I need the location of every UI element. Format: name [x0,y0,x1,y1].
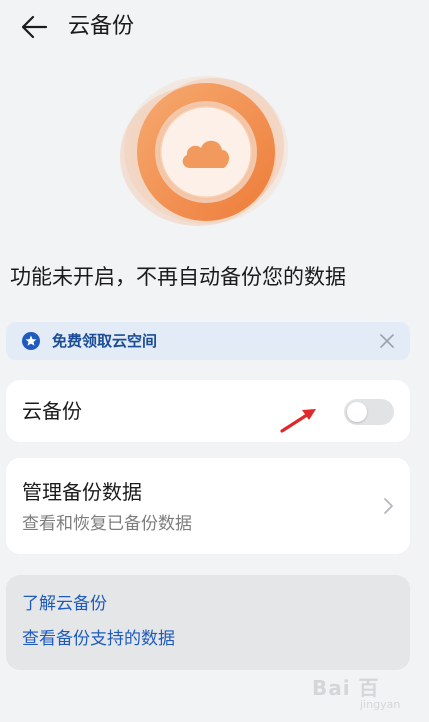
cloud-backup-switch[interactable] [344,399,394,425]
watermark-brand: Bai 百 [312,676,380,700]
back-button[interactable] [18,12,52,42]
chevron-right-icon [384,498,393,514]
manage-backup-title: 管理备份数据 [22,480,142,504]
cloud-backup-toggle-row: 云备份 [6,380,410,442]
cloud-backup-label: 云备份 [22,399,82,423]
supported-data-link[interactable]: 查看备份支持的数据 [22,627,175,651]
manage-backup-subtitle: 查看和恢复已备份数据 [22,514,192,534]
cloud-ring-icon [120,76,288,226]
watermark-sub: jingyan [360,698,401,711]
app-header: 云备份 [0,0,429,56]
promo-text: 免费领取云空间 [52,332,158,350]
info-links-card: 了解云备份 查看备份支持的数据 [6,575,410,670]
switch-knob [347,402,367,422]
close-banner-button[interactable] [378,332,396,350]
manage-backup-data-row[interactable]: 管理备份数据 查看和恢复已备份数据 [6,458,410,554]
back-arrow-icon [21,15,48,39]
status-message: 功能未开启，不再自动备份您的数据 [10,265,346,289]
red-arrow-icon [280,409,316,433]
free-storage-banner[interactable]: 免费领取云空间 [6,322,410,360]
close-icon [380,334,394,348]
star-badge-icon [22,332,40,350]
baidu-watermark: Bai 百 jingyan [312,676,422,716]
learn-cloud-backup-link[interactable]: 了解云备份 [22,592,107,616]
cloud-hero-illustration [106,72,296,232]
cloud-backup-page: 云备份 功能未开启，不再自动备份您的数据 免费领取云空间 云备份 管理备份数据 … [0,0,429,722]
page-title: 云备份 [68,14,135,39]
